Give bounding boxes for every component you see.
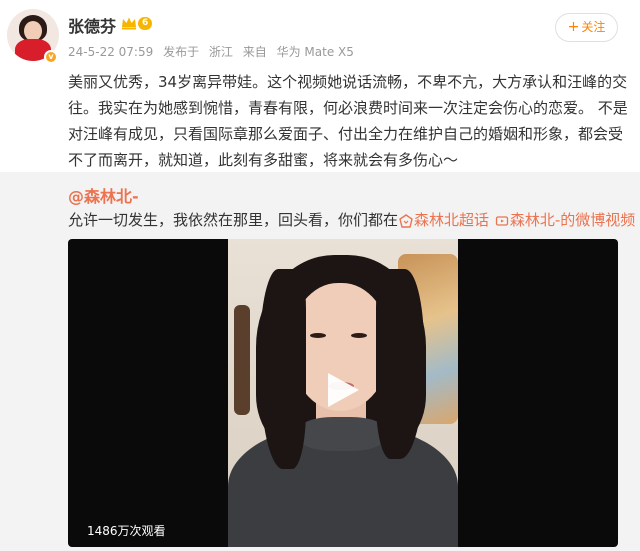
repost-text-body: 允许一切发生，我依然在那里，回头看，你们都在: [68, 211, 399, 229]
repost-author[interactable]: @森林北-: [68, 183, 139, 207]
post-location: 浙江: [208, 45, 233, 59]
post-text: 美丽又优秀，34岁离异带娃。这个视频她说话流畅，不卑不亢，大方承认和汪峰的交往。…: [68, 73, 628, 169]
source-prefix: 来自: [242, 45, 267, 59]
right-eye: [351, 333, 367, 338]
left-eye: [310, 333, 326, 338]
play-icon[interactable]: [324, 370, 362, 410]
author-name[interactable]: 张德芬: [68, 13, 116, 37]
sweater-collar: [298, 417, 386, 451]
follow-label: 关注: [581, 20, 606, 34]
publish-label: 发布于: [163, 45, 200, 59]
topic-tag[interactable]: 森林北超话: [414, 211, 489, 229]
crown-icon: [122, 17, 136, 30]
avatar-face: [24, 21, 42, 41]
video-link-icon: [495, 215, 508, 226]
follow-button[interactable]: + 关注: [555, 13, 618, 42]
hair-right: [376, 269, 424, 459]
post-date[interactable]: 24-5-22 07:59: [68, 45, 153, 59]
repost-text: 允许一切发生，我依然在那里，回头看，你们都在 森林北超话 森林北-的微博视频: [68, 209, 635, 230]
post-header: v 张德芬 6 24-5-22 07:59 发布于 浙江 来自 华为 Mate …: [0, 0, 640, 70]
video-link[interactable]: 森林北-的微博视频: [510, 211, 635, 229]
verified-icon: v: [44, 50, 58, 64]
background-lamp: [234, 305, 250, 415]
post-meta: 24-5-22 07:59 发布于 浙江 来自 华为 Mate X5: [68, 43, 360, 60]
hair-left: [260, 269, 306, 469]
repost-card[interactable]: @森林北- 允许一切发生，我依然在那里，回头看，你们都在 森林北超话 森林北-的微…: [0, 172, 640, 551]
view-count: 1486万次观看: [87, 524, 166, 538]
video-player[interactable]: 1486万次观看: [68, 239, 618, 547]
level-badge: 6: [138, 17, 153, 30]
plus-icon: +: [567, 19, 580, 35]
post-device: 华为 Mate X5: [276, 45, 354, 59]
topic-icon: [399, 213, 413, 228]
